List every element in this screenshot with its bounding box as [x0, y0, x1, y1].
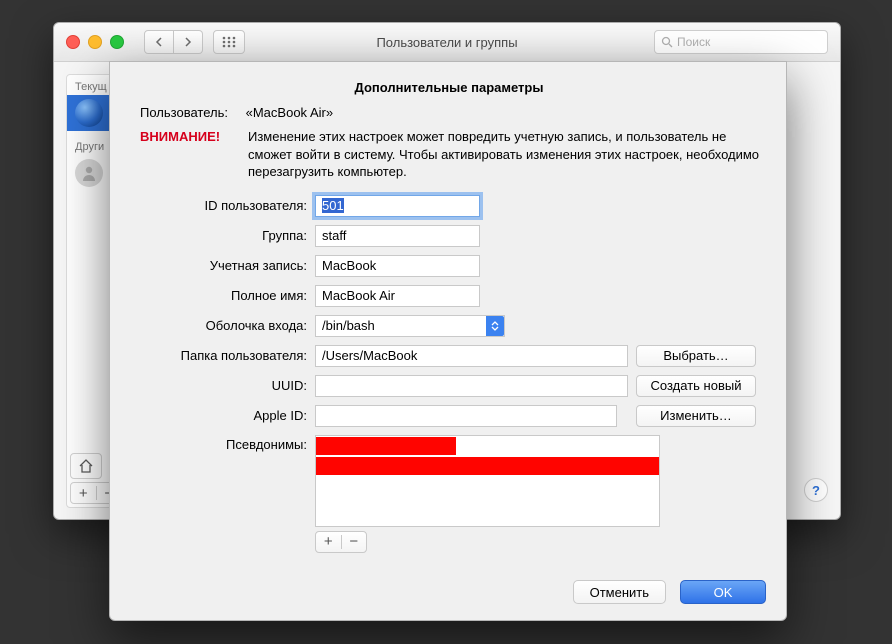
nav-back-forward: [144, 30, 203, 54]
user-row: Пользователь: «MacBook Air»: [140, 105, 766, 120]
aliases-wrap: + −: [315, 435, 766, 553]
minimize-icon[interactable]: [88, 35, 102, 49]
shell-value: /bin/bash: [316, 318, 486, 333]
user-value: «MacBook Air»: [246, 105, 333, 120]
fullname-cell: [315, 285, 628, 307]
titlebar: Пользователи и группы Поиск: [54, 23, 840, 62]
alias-add-remove: + −: [315, 531, 367, 553]
search-input[interactable]: Поиск: [654, 30, 828, 54]
fullname-field[interactable]: [315, 285, 480, 307]
aliases-list[interactable]: [315, 435, 660, 527]
help-button[interactable]: ?: [804, 478, 828, 502]
appleid-label: Apple ID:: [132, 408, 307, 423]
sheet-title: Дополнительные параметры: [132, 80, 766, 95]
avatar-icon: [75, 99, 103, 127]
uuid-label: UUID:: [132, 378, 307, 393]
user-id-label: ID пользователя:: [132, 198, 307, 213]
close-icon[interactable]: [66, 35, 80, 49]
group-label: Группа:: [132, 228, 307, 243]
aliases-label: Псевдонимы:: [132, 435, 307, 452]
change-button[interactable]: Изменить…: [636, 405, 756, 427]
cancel-button[interactable]: Отменить: [573, 580, 666, 604]
forward-button[interactable]: [174, 30, 203, 54]
create-new-button[interactable]: Создать новый: [636, 375, 756, 397]
shell-cell: /bin/bash: [315, 315, 628, 337]
window-controls: [66, 35, 124, 49]
login-options-button[interactable]: [70, 453, 102, 479]
search-icon: [661, 36, 673, 48]
user-label: Пользователь:: [140, 105, 242, 120]
chevron-updown-icon: [486, 316, 504, 336]
redacted-block: [316, 457, 659, 475]
group-field[interactable]: [315, 225, 480, 247]
search-placeholder: Поиск: [677, 35, 710, 49]
choose-button[interactable]: Выбрать…: [636, 345, 756, 367]
account-label: Учетная запись:: [132, 258, 307, 273]
redacted-block: [316, 437, 456, 455]
avatar-icon: [75, 159, 103, 187]
account-cell: [315, 255, 628, 277]
add-alias-button[interactable]: +: [316, 533, 341, 550]
home-label: Папка пользователя:: [132, 348, 307, 363]
redacted-block: [317, 407, 457, 425]
user-id-field[interactable]: [315, 195, 480, 217]
shell-select[interactable]: /bin/bash: [315, 315, 505, 337]
warning-text: Изменение этих настроек может повредить …: [248, 128, 766, 181]
form: ID пользователя: Группа: Учетная запись:…: [132, 195, 766, 553]
shell-label: Оболочка входа:: [132, 318, 307, 333]
remove-alias-button[interactable]: −: [342, 533, 367, 550]
home-field[interactable]: [315, 345, 628, 367]
redacted-block: [317, 377, 595, 395]
account-field[interactable]: [315, 255, 480, 277]
ok-button[interactable]: OK: [680, 580, 766, 604]
warning-row: ВНИМАНИЕ! Изменение этих настроек может …: [140, 128, 766, 181]
sheet-footer: Отменить OK: [132, 580, 766, 604]
add-user-button[interactable]: +: [71, 485, 96, 502]
back-button[interactable]: [144, 30, 174, 54]
zoom-icon[interactable]: [110, 35, 124, 49]
warning-label: ВНИМАНИЕ!: [140, 128, 242, 181]
appleid-field[interactable]: [315, 405, 628, 427]
uuid-field[interactable]: [315, 375, 628, 397]
house-icon: [78, 459, 94, 473]
show-all-button[interactable]: [213, 30, 245, 54]
user-id-cell: [315, 195, 628, 217]
group-cell: [315, 225, 628, 247]
advanced-options-sheet: Дополнительные параметры Пользователь: «…: [109, 61, 787, 621]
fullname-label: Полное имя:: [132, 288, 307, 303]
